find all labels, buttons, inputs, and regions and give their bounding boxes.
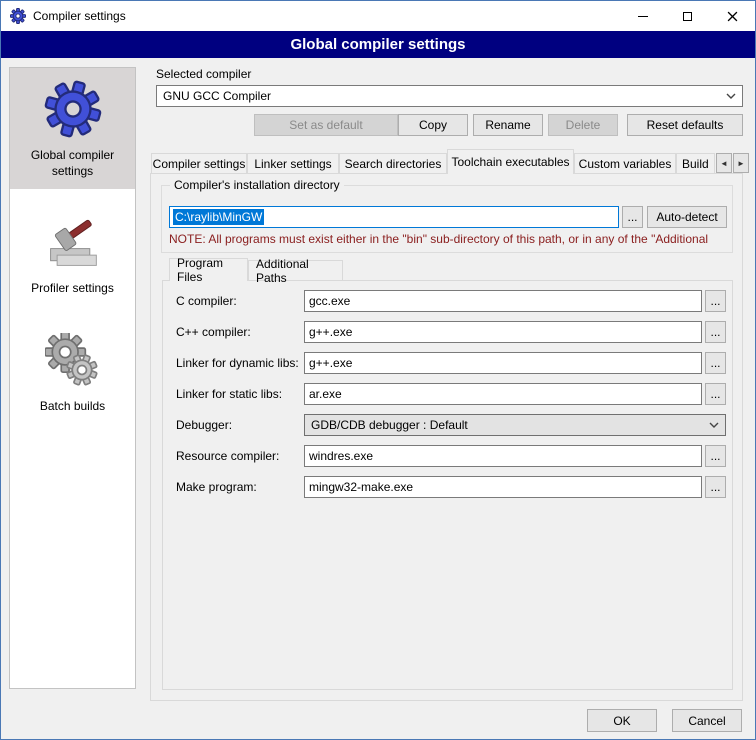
ok-button[interactable]: OK — [587, 709, 657, 732]
linker-dynamic-label: Linker for dynamic libs: — [176, 356, 299, 370]
gray-gears-icon — [45, 333, 101, 389]
tab-custom-variables[interactable]: Custom variables — [574, 153, 676, 173]
linker-dynamic-input[interactable] — [304, 352, 702, 374]
subtab-program-files[interactable]: Program Files — [169, 258, 248, 281]
tab-linker-settings[interactable]: Linker settings — [247, 153, 339, 173]
cpp-compiler-input[interactable] — [304, 321, 702, 343]
selected-compiler-value: GNU GCC Compiler — [163, 89, 271, 103]
close-icon — [727, 11, 738, 22]
hammer-icon — [45, 215, 101, 271]
linker-static-input[interactable] — [304, 383, 702, 405]
set-as-default-button[interactable]: Set as default — [254, 114, 398, 136]
copy-button[interactable]: Copy — [398, 114, 468, 136]
resource-compiler-input[interactable] — [304, 445, 702, 467]
cpp-compiler-browse-button[interactable]: ... — [705, 321, 726, 343]
sidebar-item-global-compiler-settings[interactable]: Global compiler settings — [10, 68, 135, 189]
make-program-browse-button[interactable]: ... — [705, 476, 726, 498]
debugger-selected-value: GDB/CDB debugger : Default — [311, 418, 468, 432]
c-compiler-label: C compiler: — [176, 294, 237, 308]
c-compiler-input[interactable] — [304, 290, 702, 312]
c-compiler-browse-button[interactable]: ... — [705, 290, 726, 312]
settings-category-sidebar: Global compiler settings Profiler settin… — [9, 67, 136, 689]
linker-dynamic-browse-button[interactable]: ... — [705, 352, 726, 374]
title-bar: Compiler settings — [1, 1, 755, 31]
resource-compiler-browse-button[interactable]: ... — [705, 445, 726, 467]
close-button[interactable] — [710, 2, 755, 31]
installation-directory-selected-text: C:\raylib\MinGW — [173, 209, 264, 225]
blue-gear-icon — [44, 80, 102, 138]
resource-compiler-label: Resource compiler: — [176, 449, 279, 463]
window-controls — [620, 2, 755, 31]
reset-defaults-button[interactable]: Reset defaults — [627, 114, 743, 136]
compiler-settings-dialog: Compiler settings Global compiler settin… — [0, 0, 756, 740]
rename-button[interactable]: Rename — [473, 114, 543, 136]
tab-build[interactable]: Build — [676, 153, 715, 173]
app-gear-icon — [10, 8, 26, 24]
tab-toolchain-executables[interactable]: Toolchain executables — [447, 149, 574, 174]
tab-search-directories[interactable]: Search directories — [339, 153, 447, 173]
selected-compiler-combobox[interactable]: GNU GCC Compiler — [156, 85, 743, 107]
linker-static-label: Linker for static libs: — [176, 387, 282, 401]
sidebar-item-label: Batch builds — [13, 399, 132, 415]
make-program-input[interactable] — [304, 476, 702, 498]
delete-button[interactable]: Delete — [548, 114, 618, 136]
cancel-button[interactable]: Cancel — [672, 709, 742, 732]
maximize-button[interactable] — [665, 2, 710, 31]
chevron-down-icon — [709, 422, 719, 428]
window-title: Compiler settings — [33, 9, 126, 23]
sidebar-item-batch-builds[interactable]: Batch builds — [10, 321, 135, 425]
sidebar-item-profiler-settings[interactable]: Profiler settings — [10, 203, 135, 307]
installation-directory-group-label: Compiler's installation directory — [170, 178, 344, 192]
minimize-icon — [638, 16, 648, 17]
page-title: Global compiler settings — [1, 31, 755, 58]
tab-compiler-settings[interactable]: Compiler settings — [151, 153, 247, 173]
minimize-button[interactable] — [620, 2, 665, 31]
chevron-down-icon — [726, 93, 736, 99]
sidebar-item-label: Global compiler settings — [13, 148, 132, 179]
sidebar-item-label: Profiler settings — [13, 281, 132, 297]
auto-detect-button[interactable]: Auto-detect — [647, 206, 727, 228]
cpp-compiler-label: C++ compiler: — [176, 325, 251, 339]
make-program-label: Make program: — [176, 480, 257, 494]
subtab-additional-paths[interactable]: Additional Paths — [248, 260, 343, 280]
installation-directory-browse-button[interactable]: ... — [622, 206, 643, 228]
bin-subdirectory-note: NOTE: All programs must exist either in … — [169, 232, 745, 246]
linker-static-browse-button[interactable]: ... — [705, 383, 726, 405]
tab-scroll-right-button[interactable]: ► — [733, 153, 749, 173]
installation-directory-input[interactable]: C:\raylib\MinGW — [169, 206, 619, 228]
maximize-icon — [683, 12, 692, 21]
debugger-select[interactable]: GDB/CDB debugger : Default — [304, 414, 726, 436]
selected-compiler-label: Selected compiler — [156, 67, 251, 81]
debugger-label: Debugger: — [176, 418, 232, 432]
tab-scroll-left-button[interactable]: ◄ — [716, 153, 732, 173]
